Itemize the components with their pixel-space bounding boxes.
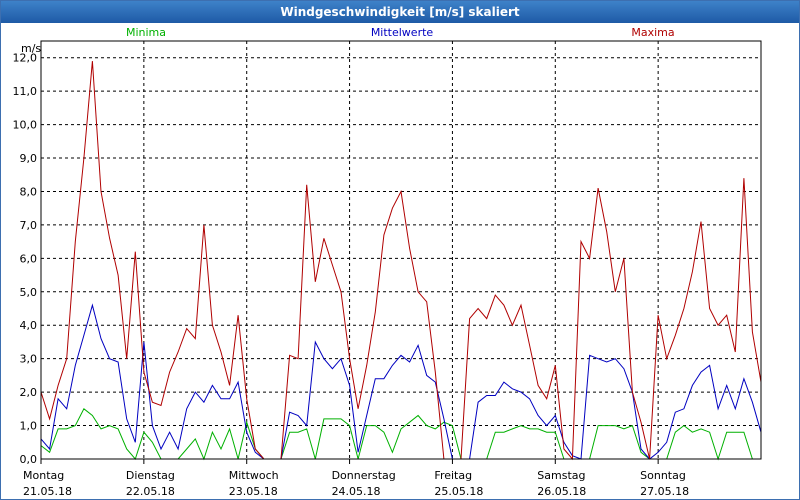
y-tick-label: 11,0 bbox=[13, 85, 38, 98]
axes: 0,01,02,03,04,05,06,07,08,09,010,011,012… bbox=[13, 40, 762, 498]
series-line-minima bbox=[40, 408, 761, 461]
legend: Minima Mittelwerte Maxima bbox=[126, 26, 675, 39]
legend-maxima: Maxima bbox=[631, 26, 674, 39]
x-tick-date: 22.05.18 bbox=[126, 485, 175, 498]
wind-speed-chart: 0,01,02,03,04,05,06,07,08,09,010,011,012… bbox=[13, 26, 762, 498]
legend-minima: Minima bbox=[126, 26, 166, 39]
chart-window: Windgeschwindigkeit [m/s] skaliert 0,0 1,… bbox=[0, 0, 800, 500]
y-tick-label: 3,0 bbox=[20, 353, 38, 366]
series-lines bbox=[40, 61, 762, 461]
x-tick-day: Montag bbox=[23, 469, 64, 482]
y-tick-label: 10,0 bbox=[13, 119, 38, 132]
x-tick-date: 27.05.18 bbox=[640, 485, 689, 498]
x-tick-day: Freitag bbox=[434, 469, 472, 482]
y-tick-label: 1,0 bbox=[20, 420, 38, 433]
series-line-mittelwerte bbox=[40, 303, 762, 460]
y-tick-label: 5,0 bbox=[20, 286, 38, 299]
y-tick-label: 8,0 bbox=[20, 185, 38, 198]
legend-mittelwerte: Mittelwerte bbox=[371, 26, 434, 39]
y-axis-label: m/s bbox=[21, 42, 41, 55]
x-tick-day: Dienstag bbox=[126, 469, 175, 482]
x-tick-day: Samstag bbox=[537, 469, 585, 482]
x-tick-date: 21.05.18 bbox=[23, 485, 72, 498]
x-tick-day: Sonntag bbox=[640, 469, 686, 482]
y-tick-label: 9,0 bbox=[20, 152, 38, 165]
y-tick-label: 4,0 bbox=[20, 319, 38, 332]
y-tick-label: 6,0 bbox=[20, 252, 38, 265]
y-tick-label: 2,0 bbox=[20, 386, 38, 399]
x-tick-day: Mittwoch bbox=[229, 469, 279, 482]
x-tick-day: Donnerstag bbox=[332, 469, 396, 482]
x-tick-date: 25.05.18 bbox=[434, 485, 483, 498]
series-line-maxima bbox=[40, 61, 762, 461]
y-tick-label: 7,0 bbox=[20, 219, 38, 232]
x-tick-date: 24.05.18 bbox=[332, 485, 381, 498]
x-tick-date: 23.05.18 bbox=[229, 485, 278, 498]
x-tick-date: 26.05.18 bbox=[537, 485, 586, 498]
y-tick-label: 0,0 bbox=[20, 453, 38, 466]
